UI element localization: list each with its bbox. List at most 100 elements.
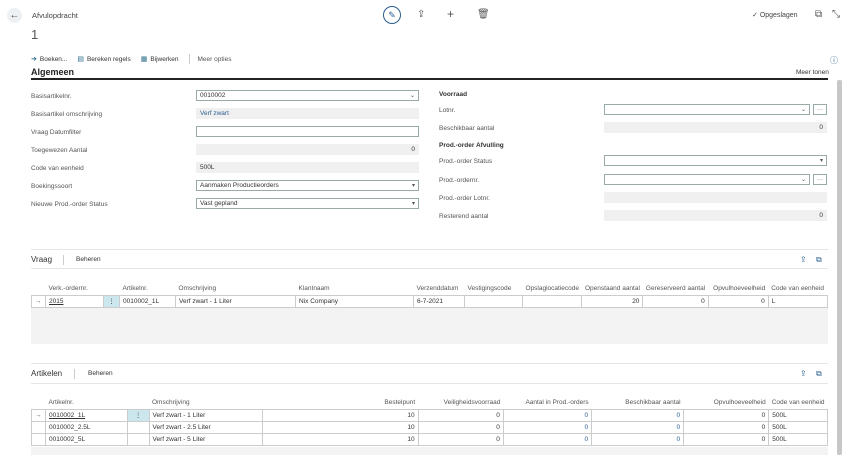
base-desc-label: Basisartikel omschrijving: [31, 111, 103, 118]
posting-type-select[interactable]: Aanmaken Productieorders ▾: [196, 180, 419, 191]
expand-icon[interactable]: ⧉: [816, 369, 822, 379]
col-header[interactable]: Artikelnr.: [45, 397, 127, 409]
order-link[interactable]: 2015: [45, 294, 104, 308]
item-link[interactable]: 0010002_2.5L: [44, 420, 128, 434]
info-icon[interactable]: ⓘ: [830, 55, 838, 66]
cell[interactable]: 0: [683, 420, 770, 434]
cell[interactable]: 0: [591, 432, 685, 446]
base-item-field[interactable]: 0010002 ⌄: [196, 90, 419, 101]
prod-lot-field: [604, 192, 827, 203]
available-qty-label: Beschikbaar aantal: [439, 125, 495, 132]
edit-button[interactable]: ✎: [383, 6, 401, 24]
item-link[interactable]: 0010002_1L: [44, 408, 128, 422]
divider: [31, 383, 828, 384]
col-header[interactable]: Verk.-ordernr.: [46, 283, 104, 295]
cell: [521, 294, 583, 308]
post-button[interactable]: ➜ Boeken...: [31, 55, 67, 64]
more-options-button[interactable]: Meer opties: [198, 56, 232, 63]
base-item-label: Basisartikelnr.: [31, 93, 72, 100]
col-header[interactable]: Verzenddatum: [414, 283, 465, 295]
col-header[interactable]: Bestelpunt: [262, 397, 418, 409]
col-header[interactable]: Code van eenheid: [768, 283, 827, 295]
col-header[interactable]: Artikelnr.: [120, 283, 176, 295]
cell: Verf zwart - 1 Liter: [175, 294, 296, 308]
demand-manage-button[interactable]: Beheren: [76, 256, 101, 263]
col-header[interactable]: Openstaand aantal: [582, 283, 643, 295]
cell: Nix Company: [295, 294, 414, 308]
chevron-down-icon: ▾: [411, 201, 415, 207]
calculate-lines-button[interactable]: ▤ Bereken regels: [77, 55, 130, 64]
col-header[interactable]: Opvulhoeveelheid: [708, 283, 768, 295]
back-button[interactable]: ←: [7, 8, 22, 23]
table-row[interactable]: 0010002_5L Verf zwart - 5 Liter 10 0 0 0…: [31, 432, 828, 446]
cell[interactable]: 0: [591, 408, 685, 422]
show-more-link[interactable]: Meer tonen: [796, 69, 829, 76]
prod-no-field[interactable]: ⌄: [604, 174, 810, 185]
cell[interactable]: 0: [502, 420, 593, 434]
col-header[interactable]: Omschrijving: [149, 397, 262, 409]
prod-section-title: Prod.-order Afvulling: [439, 142, 504, 149]
share-icon[interactable]: ⇪: [800, 369, 807, 378]
col-header[interactable]: Veiligheidsvoorraad: [418, 397, 503, 409]
inventory-title: Voorraad: [439, 91, 468, 98]
cell[interactable]: 0: [502, 408, 593, 422]
divider: [31, 363, 828, 364]
share-icon[interactable]: ⇪: [417, 9, 425, 20]
lot-lookup-button[interactable]: ···: [813, 104, 827, 115]
demand-table: Verk.-ordernr. Artikelnr. Omschrijving K…: [31, 283, 829, 308]
items-table: Artikelnr. Omschrijving Bestelpunt Veili…: [31, 397, 828, 446]
cell: 0: [417, 432, 504, 446]
chevron-down-icon: ⌄: [800, 107, 806, 113]
available-qty-field: 0: [604, 122, 827, 133]
delete-icon[interactable]: 🗑: [477, 9, 490, 20]
cell: 0: [417, 420, 504, 434]
new-status-select[interactable]: Vast gepland ▾: [196, 198, 419, 209]
open-new-window-icon[interactable]: ⧉: [815, 9, 822, 20]
pencil-icon: ✎: [388, 9, 396, 20]
cell[interactable]: 0: [591, 420, 685, 434]
prod-no-lookup-button[interactable]: ···: [813, 174, 827, 185]
col-header[interactable]: Code van eenheid: [769, 397, 828, 409]
cell: 0010002_1L: [119, 294, 176, 308]
row-menu-icon[interactable]: ⋮: [103, 294, 120, 308]
chevron-down-icon: ⌄: [409, 93, 415, 99]
prod-no-label: Prod.-ordernr.: [439, 177, 480, 184]
table-row[interactable]: → 2015 ⋮ 0010002_1L Verf zwart - 1 Liter…: [31, 294, 829, 308]
divider: [188, 54, 190, 64]
assigned-qty-label: Toegewezen Aantal: [31, 147, 88, 154]
cell[interactable]: 0: [683, 408, 770, 422]
col-header[interactable]: Opslaglocatiecode: [523, 283, 582, 295]
cell: 20: [581, 294, 644, 308]
row-indicator-icon: →: [31, 294, 46, 308]
divider: [31, 249, 828, 250]
scrollbar[interactable]: [837, 80, 842, 455]
lot-field[interactable]: ⌄: [604, 104, 810, 115]
expand-icon[interactable]: ⧉: [816, 255, 822, 265]
item-link[interactable]: 0010002_5L: [44, 432, 128, 446]
cell[interactable]: 0: [683, 432, 770, 446]
new-icon[interactable]: +: [447, 7, 454, 21]
table-row[interactable]: 0010002_2.5L Verf zwart - 2.5 Liter 10 0…: [31, 420, 828, 434]
col-header[interactable]: Beschikbaar aantal: [592, 397, 684, 409]
action-bar: ➜ Boeken... ▤ Bereken regels ▦ Bijwerken Me…: [31, 54, 241, 64]
demand-filter-label: Vraag Datumfilter: [31, 129, 82, 136]
col-header[interactable]: Opvulhoeveelheid: [684, 397, 769, 409]
update-icon: ▦: [140, 56, 148, 63]
col-header[interactable]: Klantnaam: [296, 283, 414, 295]
cell[interactable]: 0: [707, 294, 769, 308]
table-row[interactable]: → 0010002_1L ⋮ Verf zwart - 1 Liter 10 0…: [31, 408, 828, 422]
col-header[interactable]: Aantal in Prod.-orders: [503, 397, 591, 409]
cell[interactable]: 0: [502, 432, 593, 446]
items-manage-button[interactable]: Beheren: [88, 370, 113, 377]
share-icon[interactable]: ⇪: [800, 255, 807, 264]
update-button[interactable]: ▦ Bijwerken: [140, 55, 179, 64]
demand-filter-field[interactable]: [196, 126, 419, 137]
divider: [74, 369, 75, 379]
saved-status: ✓ Opgeslagen: [752, 12, 798, 19]
col-header[interactable]: Vestigingscode: [465, 283, 523, 295]
col-header[interactable]: Omschrijving: [176, 283, 296, 295]
collapse-icon[interactable]: ⤡: [832, 9, 840, 20]
col-header[interactable]: Gereserveerd aantal: [643, 283, 708, 295]
row-menu-icon[interactable]: ⋮: [126, 408, 150, 422]
prod-status-select[interactable]: ▾: [604, 155, 827, 166]
